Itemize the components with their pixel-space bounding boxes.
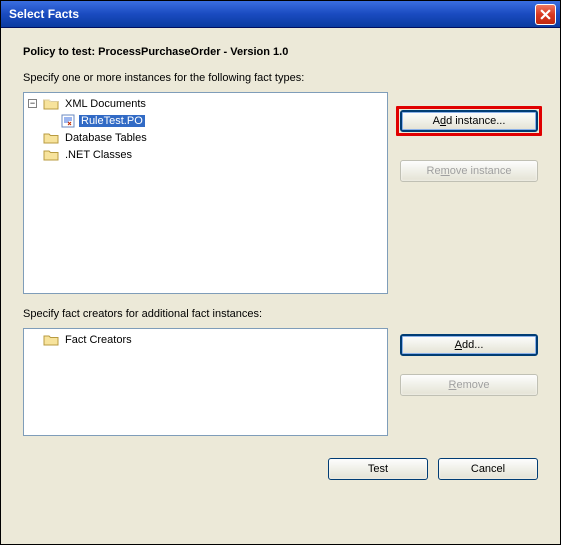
add-creator-button[interactable]: Add... — [400, 334, 538, 356]
test-button[interactable]: Test — [328, 458, 428, 480]
dialog-footer: Test Cancel — [23, 458, 538, 480]
node-label: Database Tables — [63, 132, 149, 144]
fact-types-label: Specify one or more instances for the fo… — [23, 72, 538, 84]
tree-node-database-tables[interactable]: Database Tables — [26, 129, 385, 146]
fact-types-buttons: Add instance... Remove instance — [400, 92, 538, 182]
fact-creators-row: Fact Creators Add... Remove — [23, 328, 538, 436]
node-label: Fact Creators — [63, 334, 134, 346]
window-title: Select Facts — [9, 7, 79, 21]
policy-label: Policy to test: ProcessPurchaseOrder - V… — [23, 46, 538, 58]
collapse-icon[interactable]: − — [28, 99, 37, 108]
folder-icon — [43, 97, 59, 111]
tree-node-ruletest-po[interactable]: RuleTest.PO — [26, 112, 385, 129]
fact-creators-tree[interactable]: Fact Creators — [23, 328, 388, 436]
tree-node-fact-creators[interactable]: Fact Creators — [26, 331, 385, 348]
remove-creator-button: Remove — [400, 374, 538, 396]
close-button[interactable] — [535, 4, 556, 25]
remove-instance-button: Remove instance — [400, 160, 538, 182]
add-instance-button[interactable]: Add instance... — [400, 110, 538, 132]
fact-types-row: − XML Documents RuleTest.PO — [23, 92, 538, 294]
folder-icon — [43, 148, 59, 162]
highlight-add-instance: Add instance... — [396, 106, 542, 136]
fact-creators-buttons: Add... Remove — [400, 328, 538, 396]
tree-node-net-classes[interactable]: .NET Classes — [26, 146, 385, 163]
close-icon — [540, 9, 551, 20]
node-label: RuleTest.PO — [79, 115, 145, 127]
tree-node-xml-documents[interactable]: − XML Documents — [26, 95, 385, 112]
dialog-content: Policy to test: ProcessPurchaseOrder - V… — [1, 28, 560, 544]
titlebar: Select Facts — [1, 1, 560, 28]
fact-types-tree[interactable]: − XML Documents RuleTest.PO — [23, 92, 388, 294]
folder-icon — [43, 131, 59, 145]
xml-file-icon — [61, 114, 75, 128]
node-label: .NET Classes — [63, 149, 134, 161]
cancel-button[interactable]: Cancel — [438, 458, 538, 480]
folder-icon — [43, 333, 59, 347]
node-label: XML Documents — [63, 98, 148, 110]
fact-creators-label: Specify fact creators for additional fac… — [23, 308, 538, 320]
